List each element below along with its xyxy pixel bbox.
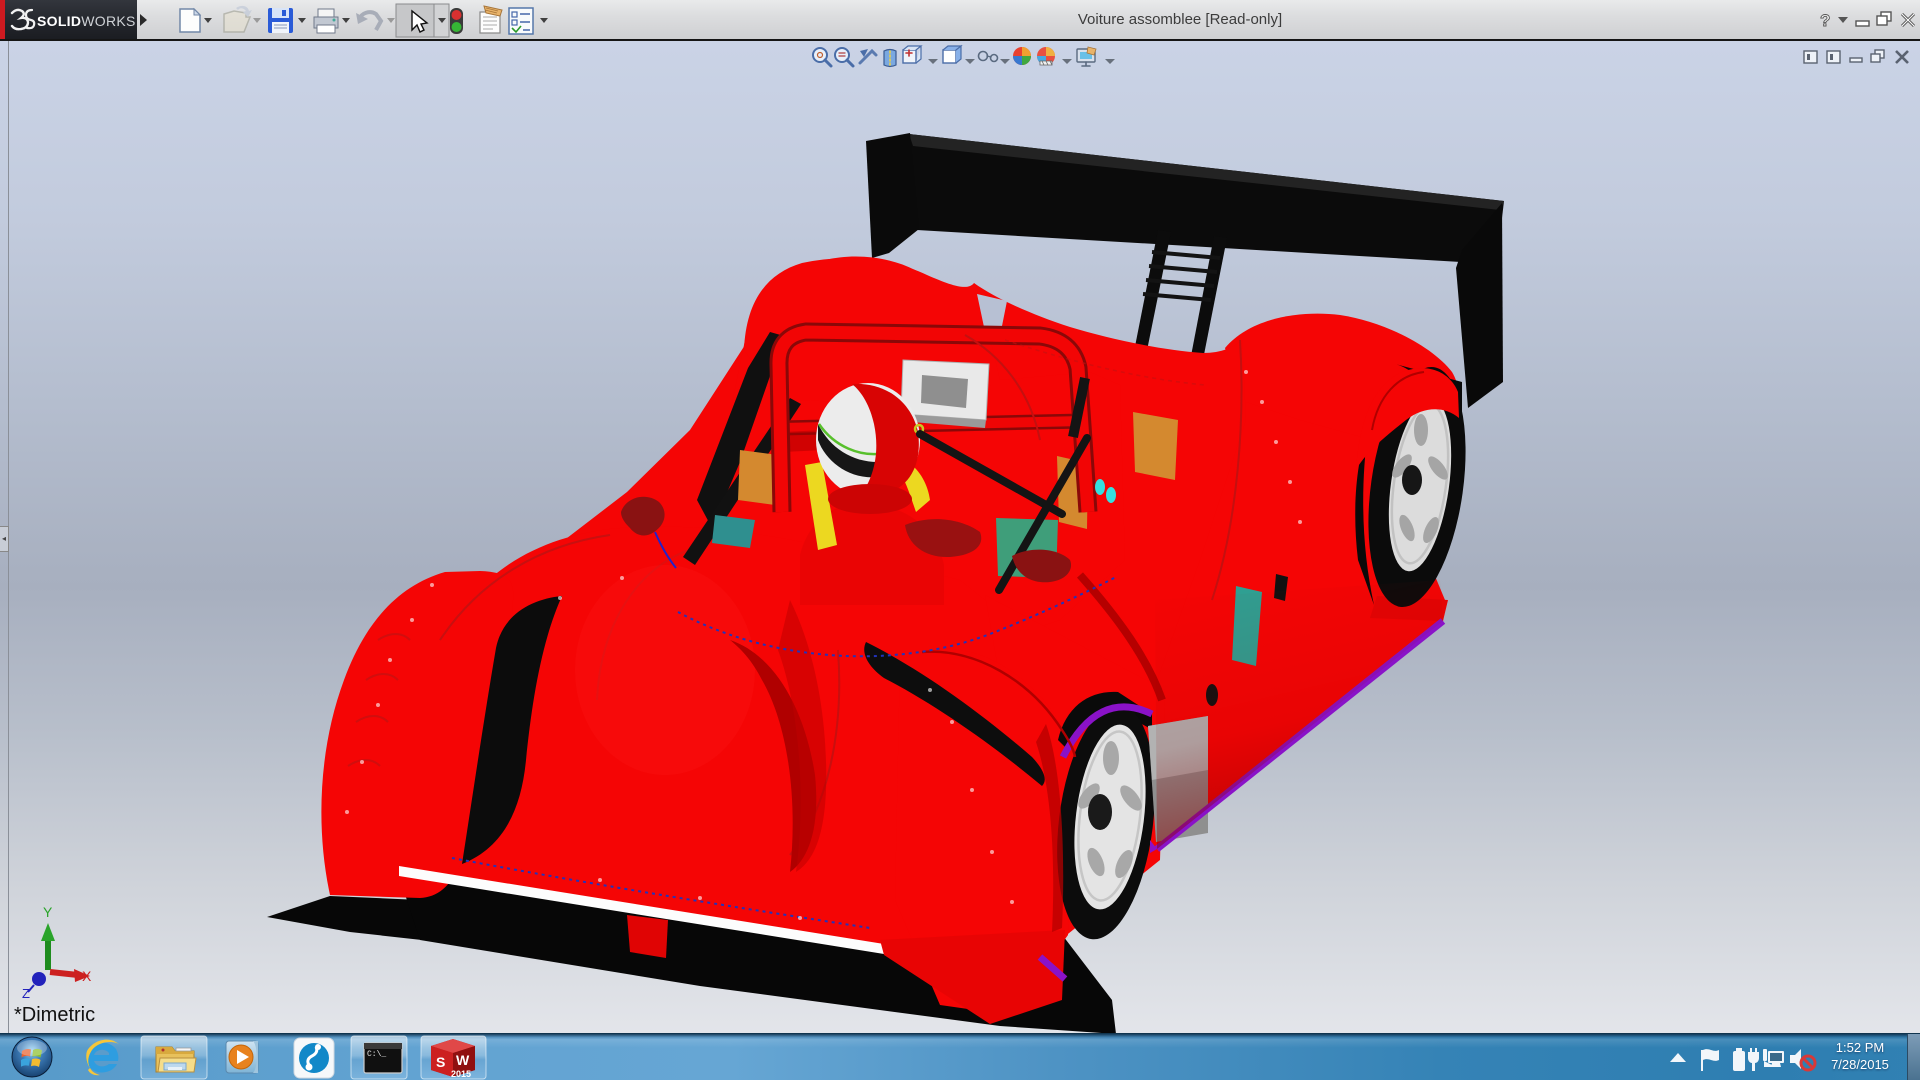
svg-text:X: X xyxy=(82,968,92,984)
svg-text:Y: Y xyxy=(43,904,53,920)
svg-text:W: W xyxy=(456,1052,470,1068)
svg-text:?: ? xyxy=(1820,11,1830,30)
svg-text:2015: 2015 xyxy=(451,1069,471,1079)
svg-text:Z: Z xyxy=(22,986,30,999)
svg-text:S: S xyxy=(436,1054,445,1070)
svg-text:C:\_: C:\_ xyxy=(367,1050,386,1059)
